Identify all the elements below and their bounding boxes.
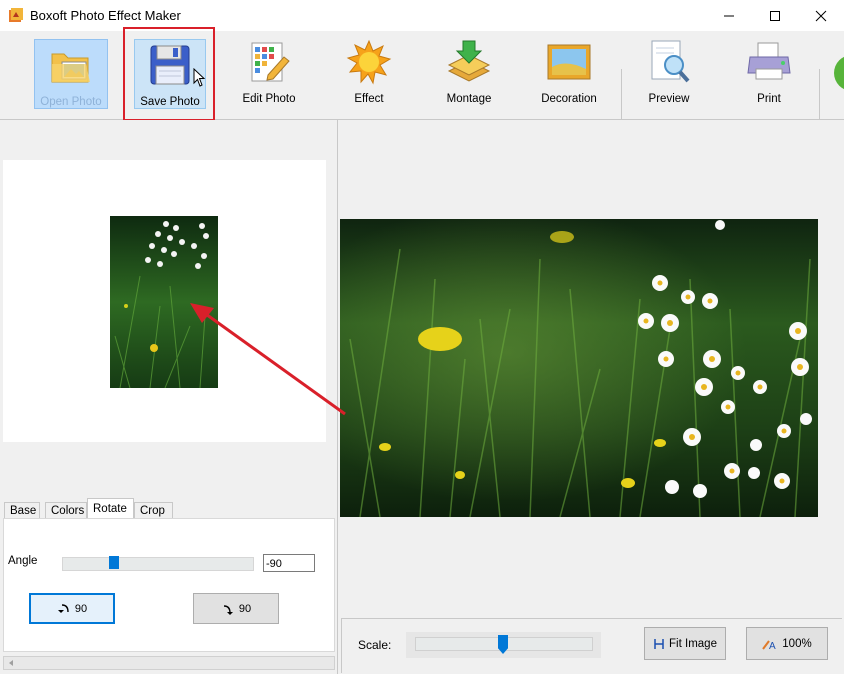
preview-button[interactable]: Preview — [629, 37, 709, 107]
open-photo-label: Open Photo — [40, 96, 102, 108]
printer-icon — [747, 42, 791, 80]
angle-slider-track[interactable] — [62, 557, 254, 571]
angle-input[interactable]: -90 — [263, 554, 315, 572]
preview-area — [338, 120, 844, 616]
rotate-cw-icon — [223, 604, 233, 615]
fit-image-button[interactable]: Fit Image — [644, 627, 726, 660]
montage-label: Montage — [446, 93, 492, 105]
minimize-icon — [724, 15, 734, 16]
close-button[interactable] — [798, 0, 844, 31]
angle-label: Angle — [8, 555, 38, 567]
effect-label: Effect — [354, 93, 384, 105]
horizontal-scrollbar[interactable] — [3, 656, 335, 670]
maximize-button[interactable] — [752, 0, 798, 31]
zoom-label: 100% — [782, 637, 812, 650]
rotate-ccw-icon — [57, 603, 69, 613]
sun-icon — [346, 39, 392, 85]
close-icon — [815, 10, 827, 21]
tab-base[interactable]: Base — [4, 502, 40, 519]
svg-text:A: A — [769, 641, 776, 651]
maximize-icon — [770, 10, 780, 21]
decoration-button[interactable]: Decoration — [529, 37, 609, 107]
rotate-left-button[interactable]: 90 — [29, 593, 115, 624]
picture-frame-icon — [547, 44, 591, 80]
rotate-left-label: 90 — [74, 602, 88, 615]
actual-size-button[interactable]: A 100% — [746, 627, 828, 660]
effect-button[interactable]: Effect — [329, 37, 409, 107]
left-panel: Base Colors Rotate Crop Angle -90 90 90 — [0, 120, 338, 674]
angle-slider-thumb[interactable] — [109, 556, 119, 569]
tab-colors[interactable]: Colors — [45, 502, 87, 519]
decoration-label: Decoration — [541, 93, 597, 105]
print-label: Print — [757, 93, 781, 105]
magnifier-document-icon — [651, 40, 690, 83]
tab-rotate[interactable]: Rotate — [87, 498, 134, 520]
bottom-bar: Scale: Fit Image A 100% — [341, 618, 842, 673]
scroll-left-icon[interactable] — [5, 657, 17, 669]
thumbnail-image — [110, 216, 218, 388]
edit-photo-button[interactable]: Edit Photo — [229, 37, 309, 107]
grid-pencil-icon — [251, 42, 290, 82]
tab-crop[interactable]: Crop — [134, 502, 173, 519]
rotate-right-button[interactable]: 90 — [193, 593, 279, 624]
globe-icon[interactable] — [832, 53, 844, 93]
zoom-icon: A — [762, 639, 776, 651]
highlight-box — [123, 27, 215, 121]
layers-arrow-icon — [447, 40, 491, 82]
rotate-right-label: 90 — [238, 602, 252, 615]
main-photo — [340, 219, 818, 517]
fit-image-label: Fit Image — [669, 637, 717, 650]
edit-photo-label: Edit Photo — [242, 93, 296, 105]
fit-icon — [654, 638, 664, 649]
scale-label: Scale: — [358, 638, 392, 652]
thumbnail-canvas — [3, 160, 326, 442]
window-title: Boxoft Photo Effect Maker — [30, 8, 181, 23]
rotate-panel: Angle -90 90 90 — [3, 518, 335, 652]
app-icon — [9, 8, 23, 22]
print-button[interactable]: Print — [729, 37, 809, 107]
minimize-button[interactable] — [706, 0, 752, 31]
preview-label: Preview — [648, 93, 690, 105]
folder-photo-icon — [51, 53, 90, 83]
open-photo-button[interactable]: Open Photo — [34, 39, 108, 109]
montage-button[interactable]: Montage — [429, 37, 509, 107]
